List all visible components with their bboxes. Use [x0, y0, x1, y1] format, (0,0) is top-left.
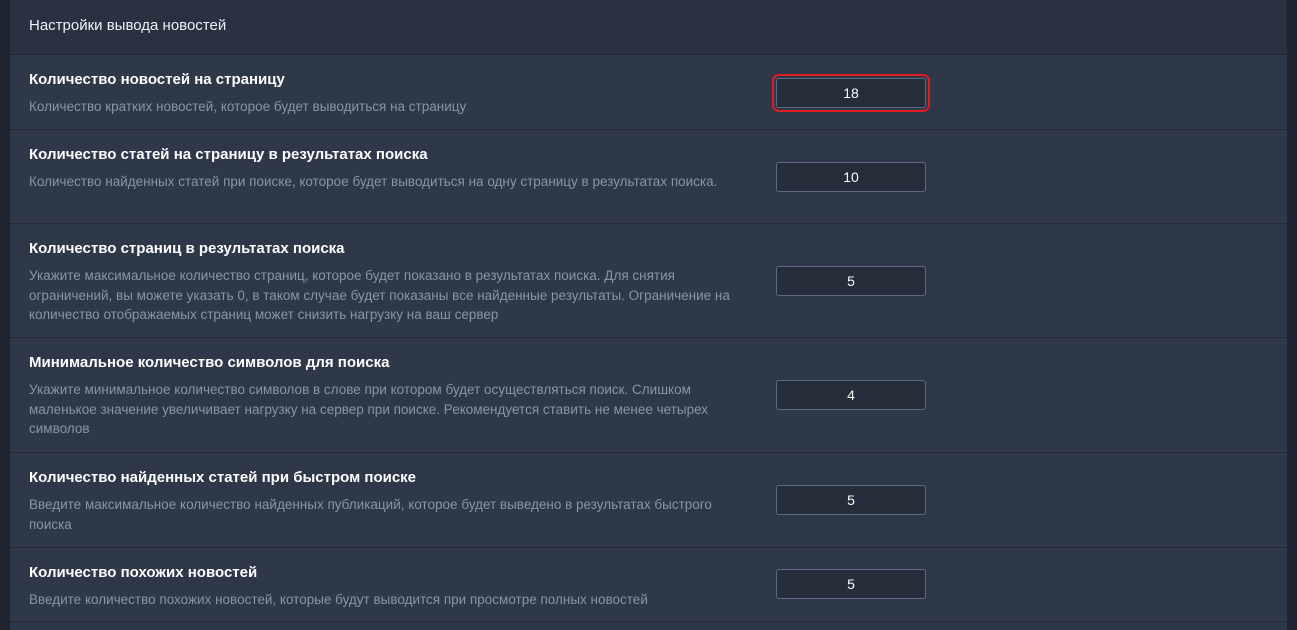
setting-description: Количество найденных статей при поиске, … [29, 174, 718, 189]
setting-row-related-news: Количество похожих новостей Введите коли… [10, 548, 1287, 622]
setting-description: Укажите минимальное количество символов … [29, 382, 709, 436]
search-max-pages-input[interactable] [776, 266, 926, 296]
settings-panel: Настройки вывода новостей Количество нов… [10, 0, 1287, 630]
setting-description: Введите количество похожих новостей, кот… [29, 592, 648, 607]
setting-description: Количество кратких новостей, которое буд… [29, 99, 467, 114]
min-search-chars-input[interactable] [776, 380, 926, 410]
setting-title: Минимальное количество символов для поис… [29, 354, 390, 371]
setting-title: Количество найденных статей при быстром … [29, 469, 417, 486]
panel-title: Настройки вывода новостей [29, 17, 227, 34]
setting-title: Количество страниц в результатах поиска [29, 240, 345, 257]
setting-row-search-max-pages: Количество страниц в результатах поиска … [10, 224, 1287, 338]
setting-description: Введите максимальное количество найденны… [29, 497, 712, 532]
news-per-page-input[interactable] [776, 78, 926, 108]
setting-title: Количество новостей на страницу [29, 71, 285, 88]
setting-title: Количество похожих новостей [29, 564, 258, 581]
setting-title: Количество статей на страницу в результа… [29, 146, 428, 163]
related-news-input[interactable] [776, 569, 926, 599]
setting-row-min-search-chars: Минимальное количество символов для поис… [10, 338, 1287, 453]
quick-search-results-input[interactable] [776, 485, 926, 515]
setting-row-quick-search-results: Количество найденных статей при быстром … [10, 453, 1287, 548]
setting-row-news-per-page: Количество новостей на страницу Количест… [10, 55, 1287, 130]
setting-description: Укажите максимальное количество страниц,… [29, 268, 730, 322]
setting-row-search-results-per-page: Количество статей на страницу в результа… [10, 130, 1287, 224]
panel-header: Настройки вывода новостей [10, 0, 1287, 55]
search-results-per-page-input[interactable] [776, 162, 926, 192]
